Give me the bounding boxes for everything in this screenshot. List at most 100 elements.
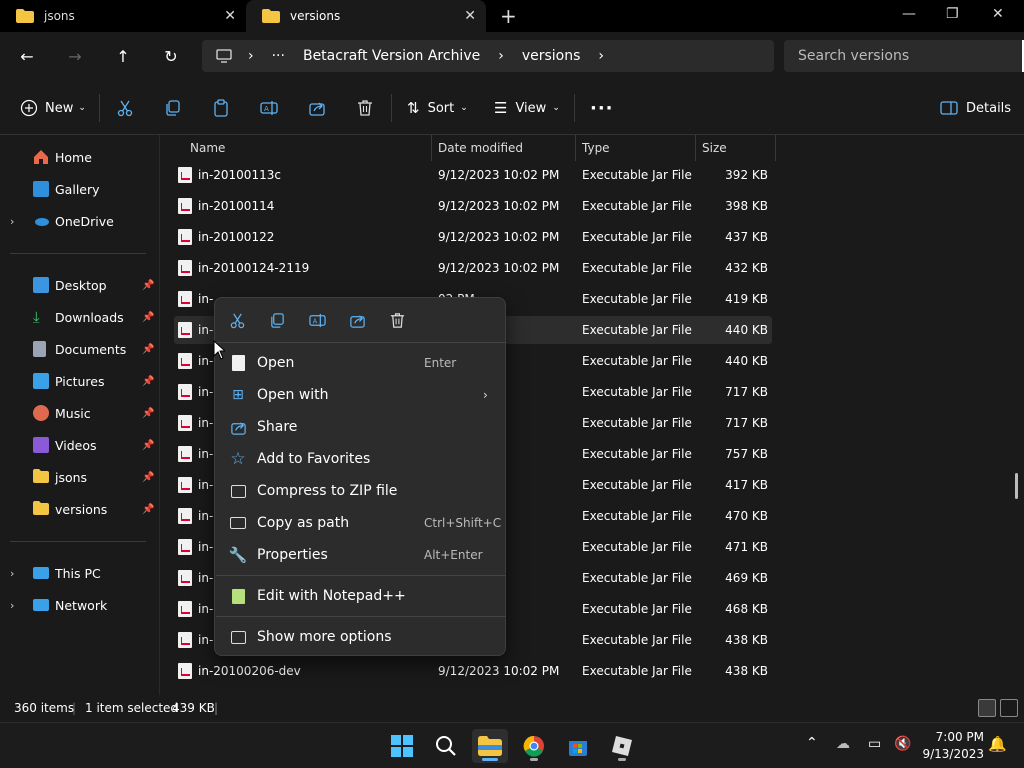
tab-versions[interactable]: versions ✕ <box>246 0 486 32</box>
close-icon[interactable]: ✕ <box>464 8 476 24</box>
sidebar-item-home[interactable]: Home <box>0 144 160 170</box>
sidebar-item-pictures[interactable]: Pictures 📌 <box>0 368 160 394</box>
new-tab-button[interactable]: + <box>500 4 517 28</box>
tab-label: jsons <box>44 9 75 23</box>
jar-file-icon <box>178 601 192 617</box>
breadcrumb[interactable]: › ··· Betacraft Version Archive › versio… <box>202 40 774 72</box>
share-icon <box>229 418 247 436</box>
open-with-icon: ⊞ <box>232 387 244 403</box>
file-row[interactable]: in-20100206-dev 9/12/2023 10:02 PM Executa… <box>174 657 772 685</box>
scrollbar-thumb[interactable] <box>1015 473 1018 499</box>
command-bar: New ⌄ A ⇅ Sort ⌄ ☰ View ⌄ ··· Details <box>0 80 1024 135</box>
sidebar-item-gallery[interactable]: Gallery <box>0 176 160 202</box>
close-icon[interactable]: ✕ <box>224 8 236 24</box>
copy-button[interactable] <box>164 96 182 120</box>
context-compress-zip[interactable]: Compress to ZIP file <box>221 476 499 506</box>
close-window-icon[interactable]: ✕ <box>992 6 1004 22</box>
forward-icon[interactable]: → <box>63 44 87 68</box>
file-size: 438 KB <box>725 633 768 647</box>
details-view-icon[interactable] <box>978 699 996 717</box>
tab-jsons[interactable]: jsons ✕ <box>0 0 246 32</box>
search-input[interactable]: Search versions <box>784 40 1024 72</box>
file-name: in- <box>198 354 214 368</box>
tiles-view-icon[interactable] <box>1000 699 1018 717</box>
context-open[interactable]: Open Enter <box>221 348 499 378</box>
cut-button[interactable] <box>116 96 134 120</box>
file-name: in- <box>198 571 214 585</box>
view-button[interactable]: ☰ View ⌄ <box>494 96 560 120</box>
taskbar-file-explorer[interactable] <box>472 729 508 763</box>
volume-muted-icon[interactable]: 🔇 <box>894 736 911 752</box>
search-button[interactable] <box>428 729 464 763</box>
sidebar-item-versions[interactable]: versions 📌 <box>0 496 160 522</box>
chevron-right-icon[interactable]: › <box>10 215 14 228</box>
context-share[interactable]: Share <box>221 412 499 442</box>
file-size: 398 KB <box>725 199 768 213</box>
sidebar-item-this-pc[interactable]: › This PC <box>0 560 160 586</box>
notification-bell-icon[interactable]: 🔔 <box>988 735 1007 753</box>
refresh-icon[interactable]: ↻ <box>159 44 183 68</box>
cut-icon[interactable] <box>227 310 247 330</box>
music-icon <box>33 405 49 421</box>
column-header-name[interactable]: Name <box>190 135 225 161</box>
sidebar-item-jsons[interactable]: jsons 📌 <box>0 464 160 490</box>
context-open-with[interactable]: ⊞ Open with › <box>221 380 499 410</box>
file-row[interactable]: in-20100122 9/12/2023 10:02 PM Executable … <box>174 223 772 251</box>
context-add-to-favorites[interactable]: ☆ Add to Favorites <box>221 444 499 474</box>
restore-icon[interactable]: ❐ <box>946 6 959 22</box>
breadcrumb-more[interactable]: ··· <box>272 48 285 64</box>
more-options-icon[interactable]: ··· <box>590 96 614 120</box>
paste-button[interactable] <box>212 96 230 120</box>
copy-icon[interactable] <box>267 310 287 330</box>
sidebar-item-downloads[interactable]: ⤓ Downloads 📌 <box>0 304 160 330</box>
file-row[interactable]: in-20100113c 9/12/2023 10:02 PM Executable… <box>174 161 772 189</box>
file-type: Executable Jar File <box>582 633 692 647</box>
column-header-size[interactable]: Size <box>702 135 727 161</box>
minimize-icon[interactable]: — <box>902 6 916 22</box>
breadcrumb-item[interactable]: Betacraft Version Archive <box>303 48 480 64</box>
new-button[interactable]: New ⌄ <box>20 96 86 120</box>
sidebar-item-onedrive[interactable]: › OneDrive <box>0 208 160 234</box>
sidebar-item-documents[interactable]: Documents 📌 <box>0 336 160 362</box>
file-name: in-20100206-dev <box>198 664 301 678</box>
details-button[interactable]: Details <box>940 96 1011 120</box>
file-size: 432 KB <box>725 261 768 275</box>
taskbar-chrome[interactable] <box>516 729 552 763</box>
network-tray-icon[interactable]: ▭ <box>868 736 881 752</box>
sidebar-item-music[interactable]: Music 📌 <box>0 400 160 426</box>
delete-button[interactable] <box>356 96 374 120</box>
rename-button[interactable]: A <box>260 96 278 120</box>
system-clock[interactable]: 7:00 PM 9/13/2023 <box>920 729 984 763</box>
sort-button[interactable]: ⇅ Sort ⌄ <box>407 96 468 120</box>
share-button[interactable] <box>308 96 326 120</box>
chevron-up-icon[interactable]: ⌃ <box>806 735 818 751</box>
jar-file-icon <box>178 384 192 400</box>
column-header-type[interactable]: Type <box>582 135 610 161</box>
context-edit-notepadpp[interactable]: Edit with Notepad++ <box>221 581 499 611</box>
breadcrumb-item[interactable]: versions <box>522 48 581 64</box>
column-header-date[interactable]: Date modified <box>438 135 523 161</box>
rename-icon[interactable]: A <box>307 310 327 330</box>
start-button[interactable] <box>384 729 420 763</box>
sidebar-item-network[interactable]: › Network <box>0 592 160 618</box>
chevron-right-icon[interactable]: › <box>10 599 14 612</box>
file-name: in- <box>198 323 214 337</box>
folder-icon <box>262 9 280 23</box>
file-name: in- <box>198 540 214 554</box>
taskbar-roblox[interactable] <box>604 729 640 763</box>
share-icon[interactable] <box>347 310 367 330</box>
delete-icon[interactable] <box>387 310 407 330</box>
context-properties[interactable]: 🔧 Properties Alt+Enter <box>221 540 499 570</box>
file-row[interactable]: in-20100124-2119 9/12/2023 10:02 PM Execut… <box>174 254 772 282</box>
context-show-more-options[interactable]: Show more options <box>221 622 499 652</box>
up-icon[interactable]: ↑ <box>111 44 135 68</box>
taskbar-store[interactable] <box>560 729 596 763</box>
sidebar-item-videos[interactable]: Videos 📌 <box>0 432 160 458</box>
onedrive-tray-icon[interactable]: ☁ <box>836 736 850 752</box>
computer-icon <box>216 49 232 63</box>
chevron-right-icon[interactable]: › <box>10 567 14 580</box>
context-copy-as-path[interactable]: Copy as path Ctrl+Shift+C <box>221 508 501 538</box>
back-icon[interactable]: ← <box>15 44 39 68</box>
sidebar-item-desktop[interactable]: Desktop 📌 <box>0 272 160 298</box>
file-row[interactable]: in-20100114 9/12/2023 10:02 PM Executable … <box>174 192 772 220</box>
